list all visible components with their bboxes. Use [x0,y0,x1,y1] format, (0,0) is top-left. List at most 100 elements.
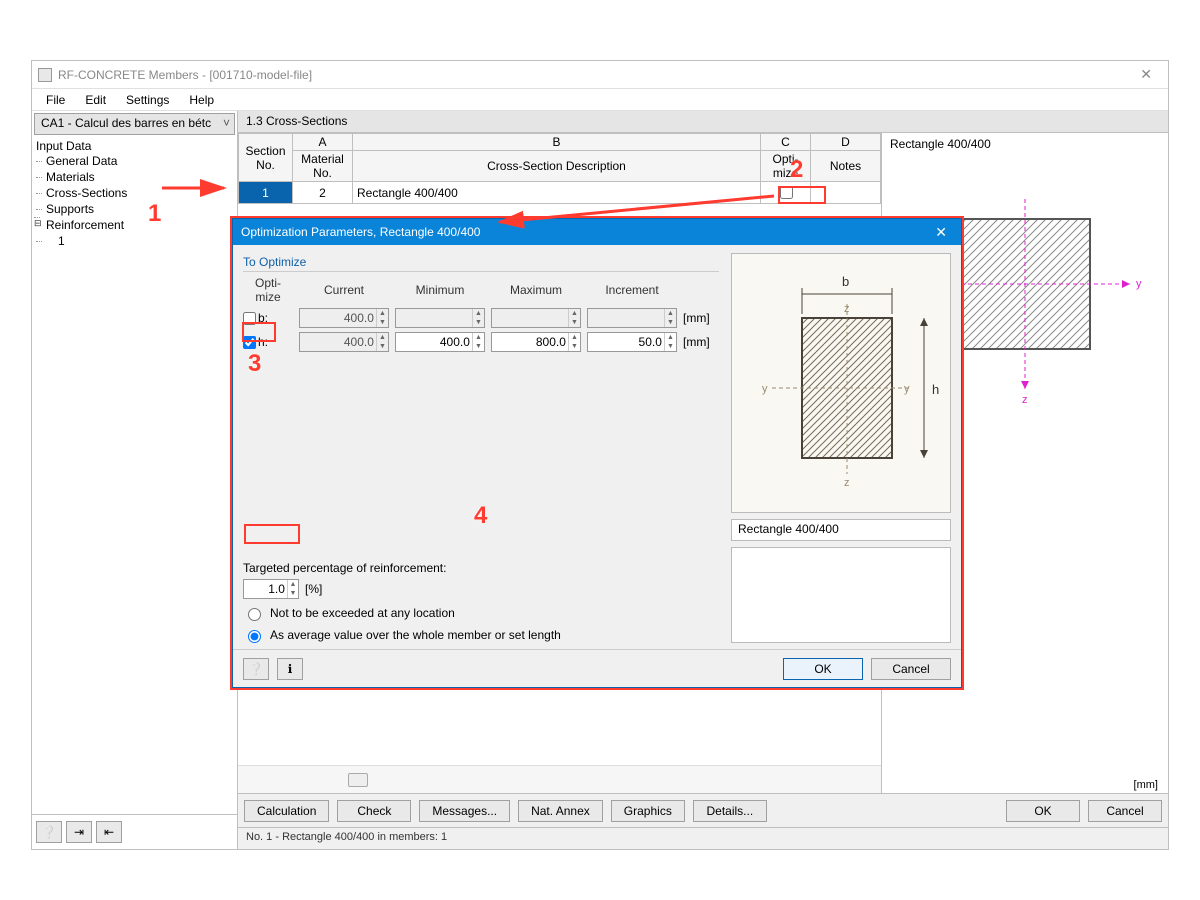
optimize-h-checkbox[interactable] [243,336,256,349]
hdr-optimize: Opti- mize [243,276,293,304]
graphics-button[interactable]: Graphics [611,800,685,822]
window-close-icon[interactable]: ✕ [1130,66,1162,83]
tree-cross-sections[interactable]: Cross-Sections [36,185,233,201]
cell-material-no[interactable]: 2 [293,182,353,204]
cell-desc[interactable]: Rectangle 400/400 [353,182,761,204]
menubar: File Edit Settings Help [32,89,1168,111]
col-B: B [353,134,761,151]
tree-general-data[interactable]: General Data [36,153,233,169]
reinf-value[interactable]: ▲▼ [243,579,299,599]
svg-text:b: b [842,274,849,289]
cancel-button[interactable]: Cancel [1088,800,1162,822]
svg-text:y: y [762,383,768,395]
svg-text:z: z [844,303,850,315]
optimize-checkbox[interactable] [780,186,793,199]
label-b: b: [258,311,268,325]
hdr-increment: Increment [587,283,677,297]
calculation-button[interactable]: Calculation [244,800,329,822]
radio-not-exceeded[interactable] [248,608,261,621]
svg-text:y: y [904,383,910,395]
hdr-current: Current [299,283,389,297]
import-icon[interactable]: ⇤ [96,821,122,843]
axis-z-label: z [1022,394,1028,406]
col-optimize: Opti- mize [761,151,811,182]
export-icon[interactable]: ⇥ [66,821,92,843]
b-max: ▲▼ [491,308,581,328]
tree-materials[interactable]: Materials [36,169,233,185]
dialog-preview: b h y y z z [731,253,951,513]
b-current: ▲▼ [299,308,389,328]
dialog-title: Optimization Parameters, Rectangle 400/4… [241,225,480,239]
menu-settings[interactable]: Settings [118,91,177,109]
tree-supports[interactable]: Supports [36,201,233,217]
preview-title: Rectangle 400/400 [882,133,1168,151]
preview-unit: [mm] [882,777,1168,793]
col-A: A [293,134,353,151]
group-to-optimize: To Optimize [243,253,719,272]
radio-not-exceeded-label: Not to be exceeded at any location [270,606,455,620]
axis-y-label: y [1136,278,1142,290]
cross-section-table[interactable]: Section No. A B C D Material No. Cross-S… [238,133,881,204]
col-D: D [811,134,881,151]
tree-reinf-1[interactable]: 1 [36,233,233,249]
window-title: RF-CONCRETE Members - [001710-model-file… [58,68,1130,82]
cell-notes[interactable] [811,182,881,204]
svg-text:h: h [932,382,939,397]
optimize-h-row: h: [243,335,293,349]
dialog-help-icon[interactable]: ❔ [243,658,269,680]
h-current: ▲▼ [299,332,389,352]
hdr-minimum: Minimum [395,283,485,297]
dialog-close-icon[interactable]: ✕ [929,224,953,241]
app-icon [38,68,52,82]
reinf-label: Targeted percentage of reinforcement: [243,561,719,575]
menu-help[interactable]: Help [181,91,222,109]
radio-average-label: As average value over the whole member o… [270,628,561,642]
help-icon[interactable]: ❔ [36,821,62,843]
svg-text:z: z [844,477,850,489]
tree-root: Input Data [36,139,233,153]
unit-b: [mm] [683,311,719,325]
case-combo[interactable]: CA1 - Calcul des barres en bétc [34,113,235,135]
col-section-no: Section No. [239,134,293,182]
radio-average[interactable] [248,630,261,643]
table-row[interactable]: 1 2 Rectangle 400/400 [239,182,881,204]
dialog-ok-button[interactable]: OK [783,658,863,680]
main-header: 1.3 Cross-Sections [238,111,1168,133]
label-h: h: [258,335,268,349]
h-min[interactable]: ▲▼ [395,332,485,352]
optimization-dialog: Optimization Parameters, Rectangle 400/4… [232,218,962,688]
h-inc[interactable]: ▲▼ [587,332,677,352]
sidebar: CA1 - Calcul des barres en bétc Input Da… [32,111,238,849]
dialog-cancel-button[interactable]: Cancel [871,658,951,680]
nat-annex-button[interactable]: Nat. Annex [518,800,603,822]
col-C: C [761,134,811,151]
dialog-section-name: Rectangle 400/400 [731,519,951,541]
b-inc: ▲▼ [587,308,677,328]
messages-button[interactable]: Messages... [419,800,510,822]
col-material-no: Material No. [293,151,353,182]
col-notes: Notes [811,151,881,182]
status-bar: No. 1 - Rectangle 400/400 in members: 1 [238,827,1168,849]
check-button[interactable]: Check [337,800,411,822]
b-min: ▲▼ [395,308,485,328]
dialog-info-icon[interactable]: ℹ [277,658,303,680]
optimize-b-checkbox[interactable] [243,312,256,325]
cell-optimize[interactable] [761,182,811,204]
dialog-titlebar: Optimization Parameters, Rectangle 400/4… [233,219,961,245]
cell-section-no[interactable]: 1 [239,182,293,204]
dialog-info-box [731,547,951,643]
details-button[interactable]: Details... [693,800,767,822]
h-max[interactable]: ▲▼ [491,332,581,352]
footer-bar: Calculation Check Messages... Nat. Annex… [238,793,1168,827]
menu-edit[interactable]: Edit [77,91,114,109]
col-desc: Cross-Section Description [353,151,761,182]
tree-reinforcement[interactable]: Reinforcement [36,217,233,233]
library-icon[interactable] [348,773,368,787]
hdr-maximum: Maximum [491,283,581,297]
menu-file[interactable]: File [38,91,73,109]
dialog-footer: ❔ ℹ OK Cancel [233,649,961,687]
grid-toolbar [238,765,881,793]
unit-h: [mm] [683,335,719,349]
ok-button[interactable]: OK [1006,800,1080,822]
reinf-unit: [%] [305,582,322,596]
